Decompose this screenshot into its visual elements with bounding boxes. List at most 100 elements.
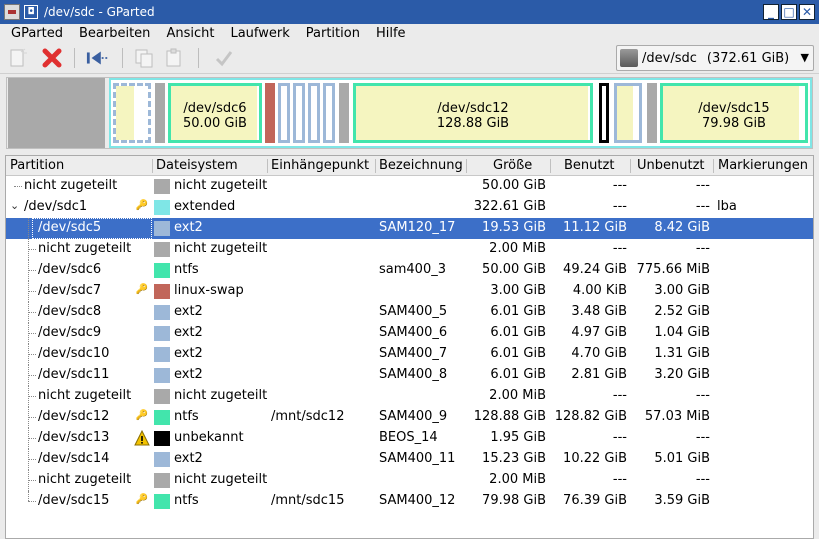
table-row[interactable]: /dev/sdc7 🔑 linux-swap 3.00 GiB 4.00 KiB 3.00…	[6, 281, 813, 302]
table-row[interactable]: /dev/sdc15 🔑 ntfs/mnt/sdc15 SAM400_12 79.98 …	[6, 491, 813, 512]
hard-disk-icon	[620, 49, 638, 67]
cell-unused: ---	[695, 241, 710, 256]
lock-icon: 🔑	[135, 410, 149, 421]
table-row[interactable]: /dev/sdc9 ext2 SAM400_6 6.01 GiB 4.97 GiB 1.0…	[6, 323, 813, 344]
cell-partition: /dev/sdc13	[38, 430, 110, 445]
map-label-sdc15-name: /dev/sdc15	[698, 101, 770, 116]
menu-partition[interactable]: Partition	[298, 26, 368, 41]
map-partition-sdc8[interactable]	[278, 83, 290, 143]
cell-unused: ---	[695, 178, 710, 193]
map-unallocated-2[interactable]	[155, 83, 165, 143]
map-partition-sdc14[interactable]	[614, 83, 642, 143]
cell-partition: /dev/sdc15	[38, 493, 110, 508]
column-header-filesystem[interactable]: Dateisystem	[156, 158, 238, 173]
cell-size: 6.01 GiB	[490, 367, 546, 382]
cell-unused: ---	[695, 388, 710, 403]
cell-filesystem: ntfs	[174, 409, 199, 424]
chevron-down-icon: ▼	[800, 51, 809, 64]
filesystem-color-swatch	[154, 221, 170, 236]
table-row[interactable]: /dev/sdc5 ext2 SAM120_17 19.53 GiB 11.12 GiB…	[6, 218, 813, 239]
table-row[interactable]: /dev/sdc14 ext2 SAM400_11 15.23 GiB 10.22 Gi…	[6, 449, 813, 470]
menu-laufwerk[interactable]: Laufwerk	[222, 26, 297, 41]
map-partition-sdc12[interactable]: /dev/sdc12 128.88 GiB	[353, 83, 593, 143]
map-partition-sdc7[interactable]	[265, 83, 275, 143]
copy-icon	[135, 49, 153, 68]
cell-partition: /dev/sdc11	[38, 367, 110, 382]
filesystem-color-swatch	[154, 410, 170, 425]
maximize-button[interactable]: □	[781, 4, 797, 20]
table-row[interactable]: nicht zugeteilt nicht zugeteilt 2.00 MiB --…	[6, 239, 813, 260]
menu-bearbeiten[interactable]: Bearbeiten	[71, 26, 158, 41]
apply-button[interactable]	[212, 46, 236, 70]
toolbar: /dev/sdc (372.61 GiB) ▼	[0, 42, 819, 74]
map-partition-sdc10[interactable]	[308, 83, 320, 143]
window-menu-icon[interactable]: ◘	[24, 5, 38, 19]
device-name: /dev/sdc	[642, 50, 697, 66]
column-header-size[interactable]: Größe	[493, 158, 532, 173]
map-unallocated-4[interactable]	[647, 83, 657, 143]
map-partition-sdc6[interactable]: /dev/sdc6 50.00 GiB	[168, 83, 262, 143]
copy-button[interactable]	[132, 46, 156, 70]
cell-partition: /dev/sdc9	[38, 325, 102, 340]
cell-partition: /dev/sdc8	[38, 304, 102, 319]
filesystem-color-swatch	[154, 389, 170, 404]
delete-partition-icon	[42, 48, 62, 68]
lock-icon: 🔑	[135, 200, 149, 211]
map-partition-sdc15[interactable]: /dev/sdc15 79.98 GiB	[660, 83, 808, 143]
map-partition-sdc5[interactable]	[113, 83, 151, 143]
column-header-unused[interactable]: Unbenutzt	[637, 158, 705, 173]
cell-label: SAM400_5	[379, 304, 448, 319]
paste-button[interactable]	[162, 46, 186, 70]
table-row[interactable]: /dev/sdc13 unbekannt BEOS_14 1.95 GiB --- ---	[6, 428, 813, 449]
table-row[interactable]: nicht zugeteilt nicht zugeteilt 2.00 MiB --…	[6, 386, 813, 407]
table-row[interactable]: nicht zugeteilt nicht zugeteilt 50.00 GiB -…	[6, 176, 813, 197]
cell-partition: /dev/sdc10	[38, 346, 110, 361]
cell-flags: lba	[717, 199, 737, 214]
column-header-label[interactable]: Bezeichnung	[379, 158, 463, 173]
close-button[interactable]: ✕	[799, 4, 815, 20]
cell-unused: 8.42 GiB	[654, 220, 710, 235]
menu-gparted[interactable]: GParted	[0, 26, 71, 41]
resize-move-button[interactable]	[86, 46, 110, 70]
title-bar[interactable]: ◘ /dev/sdc - GParted _ □ ✕	[0, 0, 819, 24]
column-header-used[interactable]: Benutzt	[564, 158, 614, 173]
cell-size: 6.01 GiB	[490, 325, 546, 340]
menu-hilfe[interactable]: Hilfe	[368, 26, 414, 41]
cell-size: 50.00 GiB	[482, 178, 546, 193]
new-partition-button[interactable]	[6, 46, 30, 70]
table-row[interactable]: /dev/sdc8 ext2 SAM400_5 6.01 GiB 3.48 GiB 2.5…	[6, 302, 813, 323]
device-selector[interactable]: /dev/sdc (372.61 GiB) ▼	[616, 45, 814, 71]
table-row[interactable]: /dev/sdc6 ntfs sam400_3 50.00 GiB 49.24 GiB 7…	[6, 260, 813, 281]
column-header-flags[interactable]: Markierungen	[718, 158, 808, 173]
cell-partition: /dev/sdc12	[38, 409, 110, 424]
expander-icon[interactable]: ⌄	[10, 199, 19, 212]
cell-label: SAM400_7	[379, 346, 448, 361]
column-header-partition[interactable]: Partition	[10, 158, 64, 173]
column-header-mountpoint[interactable]: Einhängepunkt	[271, 158, 369, 173]
map-extended-sdc1[interactable]: /dev/sdc6 50.00 GiB /dev/sdc12 128.88 Gi…	[109, 78, 812, 148]
table-row[interactable]: /dev/sdc12 🔑 ntfs/mnt/sdc12 SAM400_9 128.88 …	[6, 407, 813, 428]
table-row[interactable]: ⌄ /dev/sdc1 🔑 extended 322.61 GiB --- --- lba	[6, 197, 813, 218]
table-row[interactable]: /dev/sdc10 ext2 SAM400_7 6.01 GiB 4.70 GiB 1.…	[6, 344, 813, 365]
map-partition-sdc9[interactable]	[293, 83, 305, 143]
cell-size: 2.00 MiB	[489, 472, 546, 487]
cell-used: ---	[612, 241, 627, 256]
table-header: Partition Dateisystem Einhängepunkt Beze…	[6, 156, 813, 176]
map-unallocated-1[interactable]	[8, 78, 105, 148]
cell-filesystem: ext2	[174, 325, 203, 340]
table-row[interactable]: nicht zugeteilt nicht zugeteilt 2.00 MiB --…	[6, 470, 813, 491]
minimize-button[interactable]: _	[763, 4, 779, 20]
delete-partition-button[interactable]	[40, 46, 64, 70]
map-partition-sdc13[interactable]	[599, 83, 609, 143]
cell-used: ---	[612, 178, 627, 193]
cell-unused: 3.00 GiB	[654, 283, 710, 298]
window-title: /dev/sdc - GParted	[44, 5, 155, 19]
menu-ansicht[interactable]: Ansicht	[158, 26, 222, 41]
cell-size: 128.88 GiB	[473, 409, 546, 424]
map-partition-sdc11[interactable]	[323, 83, 335, 143]
table-row[interactable]: /dev/sdc11 ext2 SAM400_8 6.01 GiB 2.81 GiB 3.…	[6, 365, 813, 386]
cell-filesystem: linux-swap	[174, 283, 244, 298]
lock-icon: 🔑	[135, 494, 149, 505]
cell-unused: 1.04 GiB	[654, 325, 710, 340]
map-unallocated-3[interactable]	[339, 83, 349, 143]
